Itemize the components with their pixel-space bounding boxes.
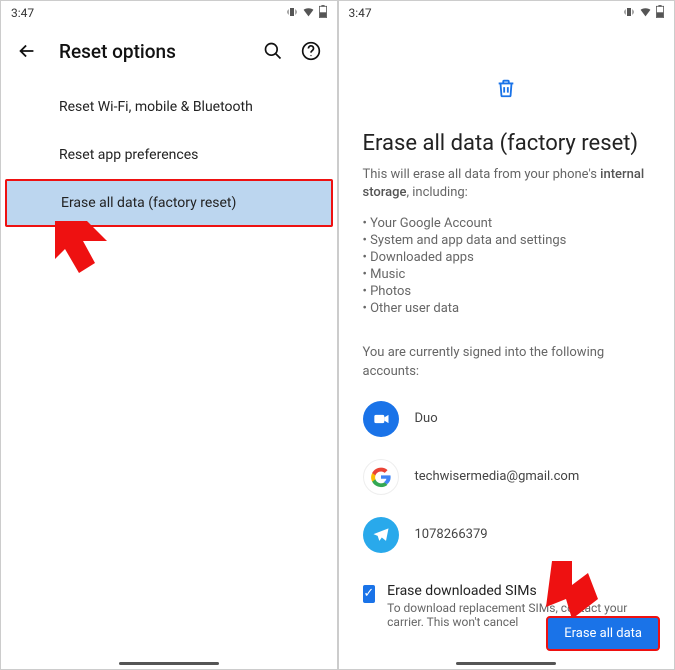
telegram-icon [363, 517, 399, 553]
bullet-item: • System and app data and settings [363, 233, 651, 248]
status-icons-right [286, 5, 327, 21]
account-row-telegram[interactable]: 1078266379 [363, 517, 651, 553]
footer-button-wrap: Erase all data [546, 616, 660, 651]
help-button[interactable] [299, 39, 323, 63]
erase-title: Erase all data (factory reset) [363, 131, 651, 156]
back-button[interactable] [15, 39, 39, 63]
search-button[interactable] [261, 39, 285, 63]
account-row-google[interactable]: techwisermedia@gmail.com [363, 459, 651, 495]
bullet-item: • Downloaded apps [363, 250, 651, 265]
subtitle-post: , including: [406, 185, 467, 200]
bullet-item: • Photos [363, 284, 651, 299]
google-icon [363, 459, 399, 495]
vibrate-icon [623, 6, 635, 21]
bullet-item: • Other user data [363, 301, 651, 316]
wifi-icon [302, 5, 315, 21]
gesture-nav-bar[interactable] [456, 662, 556, 665]
screen-reset-options: 3:47 Reset options Reset Wi-Fi, mobile &… [0, 0, 338, 670]
account-name: techwisermedia@gmail.com [415, 469, 580, 484]
account-name: Duo [415, 411, 438, 426]
battery-icon [656, 5, 664, 21]
reset-options-list: Reset Wi-Fi, mobile & Bluetooth Reset ap… [1, 77, 337, 227]
duo-icon [363, 401, 399, 437]
status-bar: 3:47 [1, 1, 337, 25]
account-row-duo[interactable]: Duo [363, 401, 651, 437]
list-item-erase-all-data[interactable]: Erase all data (factory reset) [5, 179, 333, 227]
esim-checkbox[interactable]: ✓ [363, 585, 376, 603]
bullet-item: • Music [363, 267, 651, 282]
app-bar: Reset options [1, 25, 337, 77]
account-name: 1078266379 [415, 527, 488, 542]
erase-bullets: • Your Google Account • System and app d… [363, 216, 651, 316]
status-time: 3:47 [349, 6, 372, 20]
content-body: Erase all data (factory reset) This will… [339, 25, 675, 639]
wifi-icon [639, 5, 652, 21]
status-time: 3:47 [11, 6, 34, 20]
status-icons-right [623, 5, 664, 21]
screen-erase-all-data: 3:47 Erase all data (factory reset) This… [338, 0, 675, 670]
trash-icon [363, 77, 651, 103]
subtitle-pre: This will erase all data from your phone… [363, 167, 601, 182]
list-item-reset-wifi[interactable]: Reset Wi-Fi, mobile & Bluetooth [1, 83, 337, 131]
erase-subtitle: This will erase all data from your phone… [363, 166, 651, 202]
bullet-item: • Your Google Account [363, 216, 651, 231]
page-title: Reset options [59, 40, 261, 63]
status-bar: 3:47 [339, 1, 675, 25]
list-item-reset-app-prefs[interactable]: Reset app preferences [1, 131, 337, 179]
erase-all-data-button[interactable]: Erase all data [546, 616, 660, 651]
gesture-nav-bar[interactable] [119, 662, 219, 665]
signed-in-label: You are currently signed into the follow… [363, 344, 651, 380]
vibrate-icon [286, 6, 298, 21]
battery-icon [319, 5, 327, 21]
esim-title: Erase downloaded SIMs [387, 583, 650, 599]
